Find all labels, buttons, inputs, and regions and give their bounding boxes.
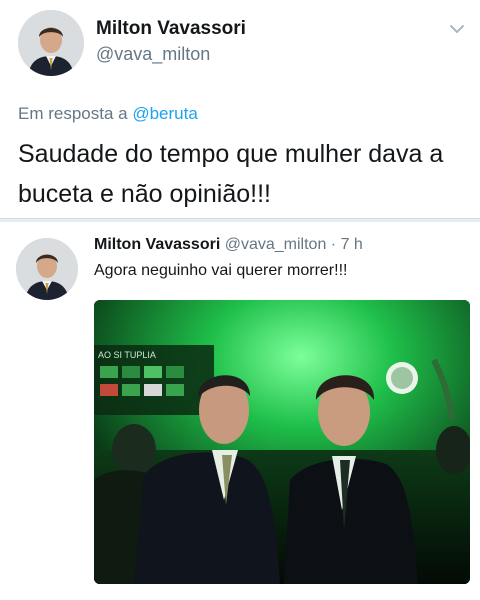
chevron-down-icon[interactable]	[448, 22, 466, 36]
profile-photo	[18, 10, 84, 76]
timestamp[interactable]: 7 h	[341, 236, 363, 253]
tweet-text: Saudade do tempo que mulher dava a bucet…	[18, 140, 444, 208]
tweet-text: Agora neguinho vai querer morrer!!!	[94, 262, 348, 279]
profile-photo	[16, 238, 78, 300]
avatar[interactable]	[16, 238, 78, 300]
avatar[interactable]	[18, 10, 84, 76]
user-handle[interactable]: @vava_milton	[225, 236, 327, 253]
main-tweet: Milton Vavassori @vava_milton Em respost…	[0, 0, 480, 219]
display-name[interactable]: Milton Vavassori	[96, 18, 246, 40]
reply-mention-link[interactable]: @beruta	[132, 104, 197, 123]
reply-prefix: Em resposta a	[18, 104, 133, 123]
reply-context: Em resposta a @beruta	[18, 104, 198, 124]
photo-image: AO SI TUPLIA	[94, 300, 470, 584]
tweet-photo[interactable]: AO SI TUPLIA	[94, 300, 470, 584]
user-handle[interactable]: @vava_milton	[96, 44, 210, 65]
tweet-header: Milton Vavassori @vava_milton · 7 h	[94, 236, 363, 254]
display-name[interactable]: Milton Vavassori	[94, 236, 220, 253]
background-sign-text: AO SI TUPLIA	[98, 350, 156, 360]
separator: ·	[326, 236, 341, 253]
